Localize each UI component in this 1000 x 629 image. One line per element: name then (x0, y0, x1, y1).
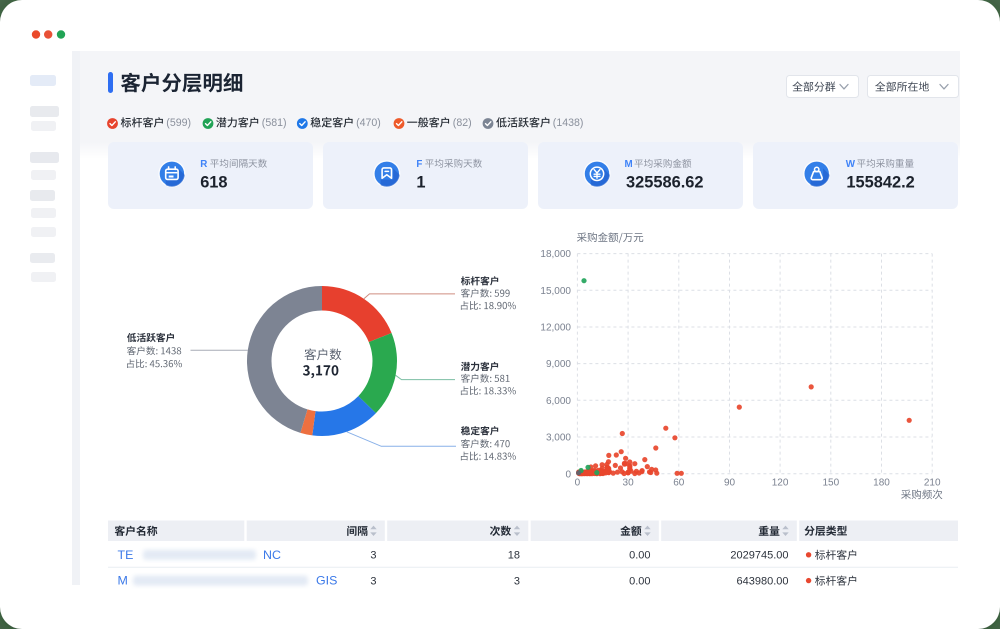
svg-text:150: 150 (822, 478, 839, 489)
svg-text:M: M (118, 574, 128, 588)
svg-text:30: 30 (623, 478, 635, 489)
svg-text:618: 618 (200, 173, 227, 191)
svg-text:1: 1 (416, 173, 425, 191)
svg-text:W: W (846, 159, 856, 170)
svg-text:325586.62: 325586.62 (626, 173, 703, 191)
svg-text:18,000: 18,000 (540, 249, 571, 260)
svg-text:180: 180 (873, 478, 890, 489)
svg-text:12,000: 12,000 (540, 323, 571, 334)
svg-text:3: 3 (514, 576, 520, 588)
svg-text:(599): (599) (166, 117, 191, 129)
svg-text:3,000: 3,000 (546, 433, 571, 444)
svg-text:18: 18 (508, 550, 520, 562)
svg-text:210: 210 (924, 478, 941, 489)
svg-text:90: 90 (724, 478, 736, 489)
svg-text:(1438): (1438) (553, 117, 584, 129)
svg-text:(82): (82) (453, 117, 472, 129)
svg-text:15,000: 15,000 (540, 286, 571, 297)
svg-text:0.00: 0.00 (629, 550, 650, 562)
svg-text:643980.00: 643980.00 (737, 576, 789, 588)
svg-text:9,000: 9,000 (546, 359, 571, 370)
svg-text:TE: TE (118, 548, 134, 562)
svg-text:3: 3 (370, 576, 376, 588)
svg-text:F: F (416, 159, 422, 170)
svg-text:M: M (625, 159, 633, 170)
svg-text:(581): (581) (262, 117, 287, 129)
svg-text:120: 120 (772, 478, 789, 489)
svg-text:0.00: 0.00 (629, 576, 650, 588)
svg-text:GIS: GIS (316, 574, 337, 588)
svg-text:0: 0 (565, 469, 571, 480)
svg-text:3: 3 (370, 550, 376, 562)
svg-text:2029745.00: 2029745.00 (730, 550, 788, 562)
svg-text:(470): (470) (356, 117, 381, 129)
svg-text:6,000: 6,000 (546, 396, 571, 407)
svg-text:0: 0 (575, 478, 581, 489)
svg-text:155842.2: 155842.2 (846, 173, 914, 191)
svg-text:R: R (200, 159, 207, 170)
svg-text:60: 60 (673, 478, 685, 489)
svg-text:NC: NC (263, 548, 281, 562)
